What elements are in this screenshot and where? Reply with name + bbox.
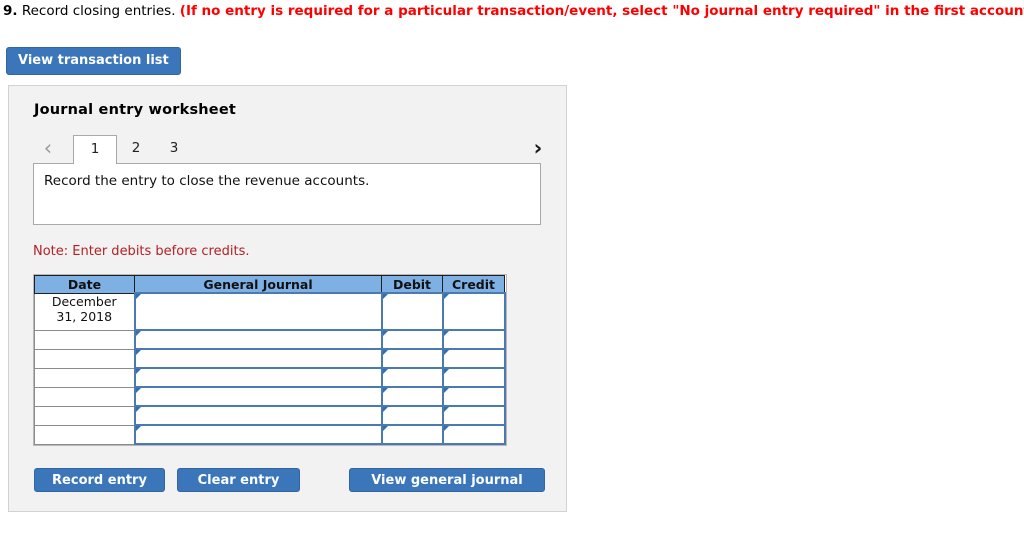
cell-dropdown-marker-icon <box>135 426 141 431</box>
cell-debit[interactable] <box>380 405 444 426</box>
cell-debit[interactable] <box>380 424 444 445</box>
cell-dropdown-marker-icon <box>135 331 141 336</box>
table-row <box>34 367 506 388</box>
cell-credit[interactable] <box>441 367 506 388</box>
table-row <box>34 329 506 350</box>
journal-entry-table: Date General Journal Debit Credit Decemb… <box>34 275 506 445</box>
table-row <box>34 386 506 407</box>
table-row <box>34 424 506 445</box>
cell-general-journal[interactable] <box>133 367 383 388</box>
cell-date <box>34 330 135 350</box>
cell-dropdown-marker-icon <box>135 350 141 355</box>
date-line-1: December <box>51 293 117 309</box>
clear-entry-button[interactable]: Clear entry <box>177 468 300 492</box>
instruction-box: Record the entry to close the revenue ac… <box>33 163 541 225</box>
question-number: 9. <box>3 3 18 19</box>
cell-dropdown-marker-icon <box>382 369 388 374</box>
cell-date <box>34 387 135 407</box>
column-header-credit: Credit <box>442 275 505 294</box>
cell-credit[interactable] <box>441 424 506 445</box>
table-row <box>34 405 506 426</box>
cell-dropdown-marker-icon <box>443 369 449 374</box>
worksheet-tab-strip: ‹ 1 2 3 › <box>31 135 551 164</box>
journal-table-body: December 31, 2018 <box>34 292 506 445</box>
cell-dropdown-marker-icon <box>443 294 449 299</box>
cell-debit[interactable] <box>380 292 444 331</box>
journal-table-container: Date General Journal Debit Credit Decemb… <box>33 274 507 446</box>
cell-credit[interactable] <box>441 348 506 369</box>
date-line-2: 31, 2018 <box>56 308 113 324</box>
cell-dropdown-marker-icon <box>443 407 449 412</box>
cell-dropdown-marker-icon <box>135 407 141 412</box>
view-transaction-list-button[interactable]: View transaction list <box>6 47 181 75</box>
column-header-debit: Debit <box>381 275 443 294</box>
cell-dropdown-marker-icon <box>443 426 449 431</box>
cell-debit[interactable] <box>380 367 444 388</box>
cell-general-journal[interactable] <box>133 424 383 445</box>
cell-dropdown-marker-icon <box>443 350 449 355</box>
table-row <box>34 348 506 369</box>
cell-dropdown-marker-icon <box>135 294 141 299</box>
cell-dropdown-marker-icon <box>443 388 449 393</box>
cell-dropdown-marker-icon <box>382 294 388 299</box>
column-header-date: Date <box>34 275 135 294</box>
cell-dropdown-marker-icon <box>135 388 141 393</box>
cell-debit[interactable] <box>380 348 444 369</box>
cell-debit[interactable] <box>380 386 444 407</box>
cell-dropdown-marker-icon <box>443 331 449 336</box>
cell-date: December 31, 2018 <box>34 293 135 331</box>
cell-credit[interactable] <box>441 329 506 350</box>
cell-credit[interactable] <box>441 292 506 331</box>
cell-credit[interactable] <box>441 405 506 426</box>
cell-date <box>34 425 135 445</box>
table-row: December 31, 2018 <box>34 292 506 331</box>
cell-date <box>34 368 135 388</box>
cell-dropdown-marker-icon <box>382 388 388 393</box>
question-text: Record closing entries. <box>21 3 176 19</box>
question-prompt: 9. Record closing entries. (If no entry … <box>3 3 1024 20</box>
worksheet-tab-1[interactable]: 1 <box>73 135 117 164</box>
cell-general-journal[interactable] <box>133 329 383 350</box>
cell-credit[interactable] <box>441 386 506 407</box>
chevron-left-icon[interactable]: ‹ <box>39 135 57 161</box>
cell-dropdown-marker-icon <box>382 350 388 355</box>
cell-dropdown-marker-icon <box>382 331 388 336</box>
cell-general-journal[interactable] <box>133 405 383 426</box>
journal-entry-worksheet-panel: Journal entry worksheet ‹ 1 2 3 › Record… <box>8 85 567 512</box>
instruction-text: Record the entry to close the revenue ac… <box>44 173 370 189</box>
worksheet-tab-2[interactable]: 2 <box>119 135 153 162</box>
column-header-general-journal: General Journal <box>134 275 382 294</box>
cell-debit[interactable] <box>380 329 444 350</box>
question-red-note: (If no entry is required for a particula… <box>179 3 1024 19</box>
worksheet-tab-3[interactable]: 3 <box>157 135 191 162</box>
cell-dropdown-marker-icon <box>382 426 388 431</box>
cell-date <box>34 349 135 369</box>
cell-dropdown-marker-icon <box>135 369 141 374</box>
record-entry-button[interactable]: Record entry <box>34 468 165 492</box>
cell-general-journal[interactable] <box>133 386 383 407</box>
cell-general-journal[interactable] <box>133 348 383 369</box>
chevron-right-icon[interactable]: › <box>529 135 547 161</box>
cell-dropdown-marker-icon <box>382 407 388 412</box>
worksheet-title: Journal entry worksheet <box>34 102 236 118</box>
cell-date <box>34 406 135 426</box>
cell-general-journal[interactable] <box>133 292 383 331</box>
view-general-journal-button[interactable]: View general journal <box>349 468 545 492</box>
debits-before-credits-note: Note: Enter debits before credits. <box>33 244 250 259</box>
table-header-row: Date General Journal Debit Credit <box>34 275 505 294</box>
